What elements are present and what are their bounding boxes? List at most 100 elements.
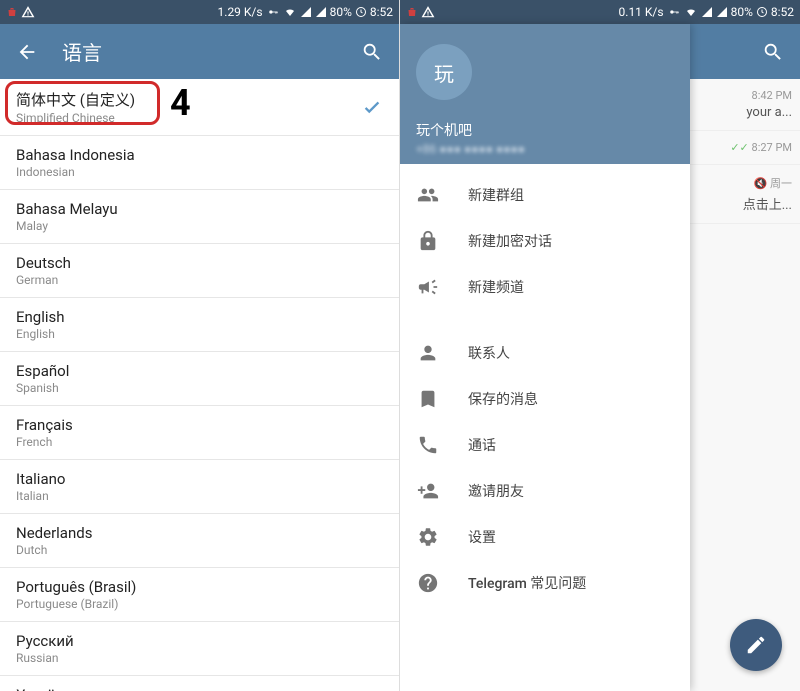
main-screen-drawer-open: 0.11 K/s 80% 82% 8:52 8:42 PM your a... … <box>400 0 800 691</box>
drawer-item-label: 新建加密对话 <box>468 231 552 251</box>
compose-fab[interactable] <box>730 619 782 671</box>
drawer-item-saved-messages[interactable]: 保存的消息 <box>400 376 690 422</box>
page-title: 语言 <box>62 37 337 66</box>
signal-icon <box>716 6 728 18</box>
clock-icon <box>756 6 768 18</box>
language-name: Français <box>16 416 383 434</box>
language-item[interactable]: Italiano Italian <box>0 460 399 514</box>
drawer-header[interactable]: 玩 玩个机吧 +86 ●●● ●●●● ●●●● <box>400 24 690 164</box>
language-item[interactable]: Español Spanish <box>0 352 399 406</box>
language-item[interactable]: Українська Ukrainian <box>0 676 399 691</box>
drawer-item-calls[interactable]: 通话 <box>400 422 690 468</box>
language-name: Nederlands <box>16 524 383 542</box>
warning-icon <box>21 5 35 19</box>
language-subtitle: English <box>16 327 383 341</box>
lock-icon <box>416 230 440 252</box>
chat-preview: 点击上... <box>698 194 792 213</box>
language-subtitle: Indonesian <box>16 165 383 179</box>
search-button[interactable] <box>361 41 383 63</box>
avatar[interactable]: 玩 <box>416 44 472 100</box>
search-button[interactable] <box>762 41 784 63</box>
muted-icon: 🔇 <box>754 177 768 190</box>
chat-row[interactable]: ✓✓ 8:27 PM <box>690 131 800 165</box>
language-item[interactable]: Nederlands Dutch <box>0 514 399 568</box>
language-subtitle: German <box>16 273 383 287</box>
language-item[interactable]: Bahasa Indonesia Indonesian <box>0 136 399 190</box>
drawer-item-new-channel[interactable]: 新建频道 <box>400 264 690 310</box>
drawer-item-label: 邀请朋友 <box>468 481 524 501</box>
language-subtitle: Dutch <box>16 543 383 557</box>
chat-row[interactable]: 8:42 PM your a... <box>690 79 800 131</box>
profile-name: 玩个机吧 <box>416 120 674 140</box>
back-button[interactable] <box>16 41 38 63</box>
wifi-icon <box>283 6 297 18</box>
status-bar: 0.11 K/s 80% 82% 8:52 <box>400 0 800 24</box>
chat-preview: your a... <box>698 105 792 120</box>
megaphone-icon <box>416 276 440 298</box>
check-icon <box>361 96 383 118</box>
signal-icon <box>300 6 312 18</box>
language-item[interactable]: Bahasa Melayu Malay <box>0 190 399 244</box>
app-bar <box>690 24 800 79</box>
bag-icon <box>6 6 18 18</box>
language-item[interactable]: Français French <box>0 406 399 460</box>
chat-time: ✓✓ 8:27 PM <box>698 141 792 154</box>
language-name: Deutsch <box>16 254 383 272</box>
language-subtitle: Spanish <box>16 381 383 395</box>
drawer-item-new-group[interactable]: 新建群组 <box>400 172 690 218</box>
language-subtitle: Italian <box>16 489 383 503</box>
language-name: Español <box>16 362 383 380</box>
language-subtitle: French <box>16 435 383 449</box>
drawer-item-contacts[interactable]: 联系人 <box>400 330 690 376</box>
network-speed: 0.11 K/s <box>619 5 664 19</box>
key-icon <box>667 7 681 17</box>
language-item[interactable]: 简体中文 (自定义) Simplified Chinese <box>0 79 399 136</box>
drawer-item-label: Telegram 常见问题 <box>468 573 586 593</box>
clock-icon <box>355 6 367 18</box>
language-name: Português (Brasil) <box>16 578 383 596</box>
drawer-item-new-secret-chat[interactable]: 新建加密对话 <box>400 218 690 264</box>
phone-icon <box>416 434 440 456</box>
language-subtitle: Russian <box>16 651 383 665</box>
language-item[interactable]: English English <box>0 298 399 352</box>
chat-list-background: 8:42 PM your a... ✓✓ 8:27 PM 🔇 周一 点击上... <box>690 24 800 691</box>
drawer-item-label: 设置 <box>468 527 496 547</box>
language-name: Русский <box>16 632 383 650</box>
drawer-divider <box>400 310 690 330</box>
chat-time: 🔇 周一 <box>698 175 792 191</box>
language-item[interactable]: Português (Brasil) Portuguese (Brazil) <box>0 568 399 622</box>
language-subtitle: Portuguese (Brazil) <box>16 597 383 611</box>
gear-icon <box>416 526 440 548</box>
bookmark-icon <box>416 388 440 410</box>
navigation-drawer: 玩 玩个机吧 +86 ●●● ●●●● ●●●● 新建群组 新建加密对话 新建频… <box>400 24 690 691</box>
double-check-icon: ✓✓ <box>730 141 748 154</box>
battery-percent: 80% <box>330 5 352 19</box>
bag-icon <box>406 6 418 18</box>
clock-time: 8:52 <box>771 5 794 19</box>
drawer-item-settings[interactable]: 设置 <box>400 514 690 560</box>
key-icon <box>266 7 280 17</box>
drawer-menu: 新建群组 新建加密对话 新建频道 联系人 保存的消息 通话 <box>400 164 690 614</box>
drawer-item-label: 新建频道 <box>468 277 524 297</box>
drawer-item-label: 新建群组 <box>468 185 524 205</box>
language-list[interactable]: 简体中文 (自定义) Simplified Chinese Bahasa Ind… <box>0 79 399 691</box>
warning-icon <box>421 5 435 19</box>
drawer-item-invite-friends[interactable]: 邀请朋友 <box>400 468 690 514</box>
status-bar: 1.29 K/s 80% 8:52 <box>0 0 399 24</box>
language-item[interactable]: Deutsch German <box>0 244 399 298</box>
chat-row[interactable]: 🔇 周一 点击上... <box>690 165 800 224</box>
language-name: 简体中文 (自定义) <box>16 89 361 110</box>
language-name: Italiano <box>16 470 383 488</box>
drawer-item-faq[interactable]: Telegram 常见问题 <box>400 560 690 606</box>
app-bar: 语言 <box>0 24 399 79</box>
drawer-item-label: 保存的消息 <box>468 389 538 409</box>
language-name: English <box>16 308 383 326</box>
language-item[interactable]: Русский Russian <box>0 622 399 676</box>
language-name: Bahasa Melayu <box>16 200 383 218</box>
signal-icon <box>701 6 713 18</box>
language-settings-screen: 1.29 K/s 80% 8:52 语言 简体中文 (自定义) Simplifi… <box>0 0 400 691</box>
language-name: Українська <box>16 686 383 691</box>
person-icon <box>416 342 440 364</box>
network-speed: 1.29 K/s <box>218 5 263 19</box>
drawer-item-label: 通话 <box>468 435 496 455</box>
